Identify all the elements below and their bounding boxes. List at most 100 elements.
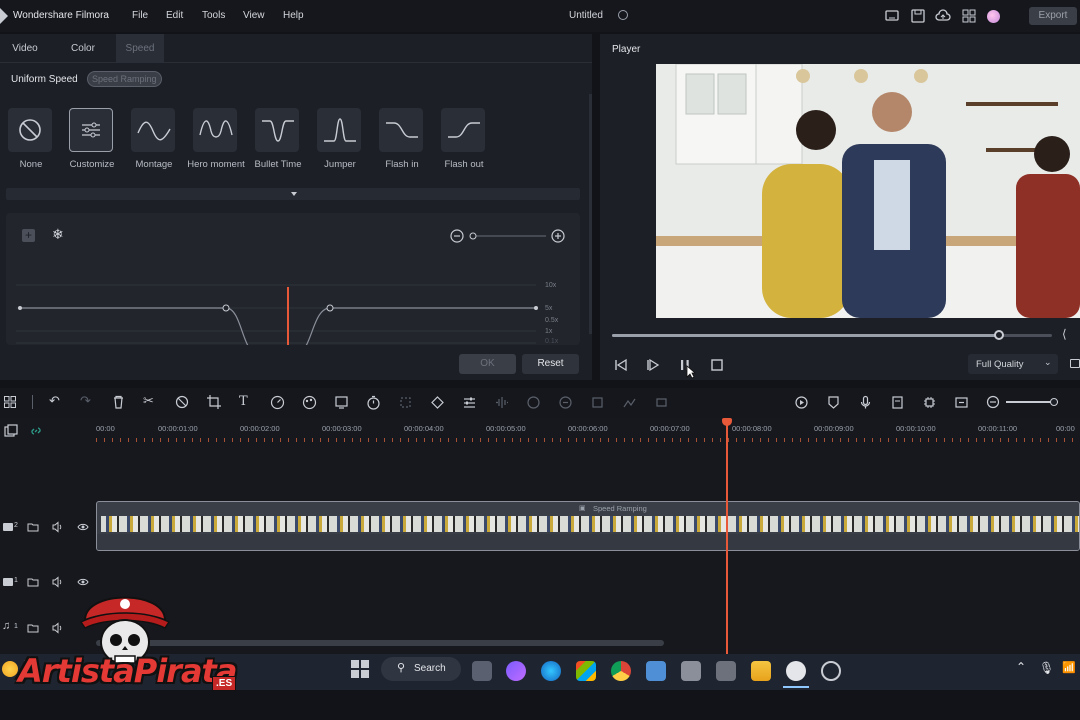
save-icon[interactable] xyxy=(910,8,926,24)
menu-edit[interactable]: Edit xyxy=(166,10,183,21)
freeze-frame-icon[interactable]: ❄ xyxy=(52,226,64,243)
start-menu-icon[interactable] xyxy=(351,660,369,678)
tab-video[interactable]: Video xyxy=(0,34,50,62)
previous-frame-icon[interactable] xyxy=(614,358,628,372)
mail-app-icon[interactable] xyxy=(646,661,666,681)
sync-status-icon[interactable] xyxy=(618,10,628,20)
crop-icon[interactable] xyxy=(207,395,221,409)
menu-file[interactable]: File xyxy=(132,10,148,21)
preset-jumper[interactable]: Jumper xyxy=(317,108,363,171)
filmora-taskbar-icon[interactable] xyxy=(786,661,806,681)
recorder-app-icon[interactable] xyxy=(821,661,841,681)
chat-app-icon[interactable] xyxy=(506,661,526,681)
render-preview-icon[interactable] xyxy=(794,395,809,410)
link-icon[interactable] xyxy=(29,424,43,438)
text-tool-icon[interactable]: T xyxy=(239,394,248,409)
add-track-icon[interactable] xyxy=(4,424,18,438)
speed-curve-editor[interactable]: + ❄ 10x 5x 1x xyxy=(6,213,580,345)
preset-bullet-time[interactable]: Bullet Time xyxy=(255,108,302,171)
voiceover-icon[interactable] xyxy=(890,395,905,410)
duration-timer-icon[interactable] xyxy=(366,395,381,410)
timeline-zoom-handle[interactable] xyxy=(1050,398,1058,406)
chrome-browser-icon[interactable] xyxy=(611,661,631,681)
adjust-sliders-icon[interactable] xyxy=(462,395,477,410)
playback-progress-handle[interactable] xyxy=(994,330,1005,340)
redo-icon[interactable]: ↷ xyxy=(80,393,91,409)
speed-icon[interactable] xyxy=(270,395,285,410)
quality-select[interactable]: Full Quality ⌄ xyxy=(968,354,1058,374)
layout-grid-icon[interactable] xyxy=(4,396,16,408)
scene-detect-icon[interactable] xyxy=(622,395,637,410)
preset-customize[interactable]: Customize xyxy=(69,108,115,171)
speaker-icon[interactable] xyxy=(52,521,64,533)
tab-color[interactable]: Color xyxy=(56,34,110,62)
preset-hero-moment[interactable]: Hero moment xyxy=(187,108,245,171)
microphone-icon[interactable] xyxy=(858,395,873,410)
color-palette-icon[interactable] xyxy=(302,395,317,410)
file-explorer-icon[interactable] xyxy=(751,661,771,681)
fit-timeline-icon[interactable] xyxy=(954,395,969,410)
motion-tracking-icon[interactable] xyxy=(398,395,413,410)
delete-icon[interactable] xyxy=(112,395,125,409)
tab-speed[interactable]: Speed xyxy=(116,34,164,62)
split-scissors-icon[interactable]: ✂ xyxy=(143,393,154,409)
silence-detect-icon[interactable] xyxy=(558,395,573,410)
preset-flash-in[interactable]: Flash in xyxy=(379,108,425,171)
add-keyframe-icon[interactable]: + xyxy=(22,229,35,242)
expand-panel-icon[interactable]: ⟨ xyxy=(1062,327,1067,341)
folder-icon[interactable] xyxy=(27,521,39,533)
speed-curve-graph[interactable] xyxy=(6,279,580,345)
tray-microphone-icon[interactable]: 🎙 xyxy=(1039,661,1054,675)
clip-speed-label: Speed Ramping xyxy=(593,504,647,513)
auto-reframe-icon[interactable] xyxy=(590,395,605,410)
ok-button[interactable]: OK xyxy=(459,354,516,374)
timeline-playhead[interactable] xyxy=(722,418,732,654)
cloud-upload-icon[interactable] xyxy=(935,8,951,24)
timeline-ruler[interactable]: 00:00 00:00:01:00 00:00:02:00 00:00:03:0… xyxy=(96,418,1080,442)
next-frame-icon[interactable] xyxy=(646,358,660,372)
marker-shield-icon[interactable] xyxy=(826,395,841,410)
presets-collapse-bar[interactable] xyxy=(6,188,580,200)
video-preview[interactable] xyxy=(656,64,1080,318)
stop-icon[interactable] xyxy=(710,358,724,372)
apps-grid-icon[interactable] xyxy=(961,8,977,24)
playback-progress-track[interactable] xyxy=(612,334,1052,337)
task-view-icon[interactable] xyxy=(472,661,492,681)
user-avatar[interactable] xyxy=(987,10,1000,23)
display-options-icon[interactable] xyxy=(1070,359,1080,368)
calculator-icon[interactable] xyxy=(716,661,736,681)
video-clip[interactable]: ▣ Speed Ramping xyxy=(96,501,1080,551)
export-button[interactable]: Export xyxy=(1029,7,1077,25)
menu-help[interactable]: Help xyxy=(283,10,304,21)
zoom-out-icon[interactable] xyxy=(986,395,1000,409)
monitor-icon[interactable] xyxy=(884,8,900,24)
eye-icon[interactable] xyxy=(77,521,89,533)
preset-none[interactable]: None xyxy=(8,108,54,171)
keyframe-icon[interactable] xyxy=(430,395,445,410)
audio-wave-icon[interactable] xyxy=(494,395,509,410)
stabilize-icon[interactable] xyxy=(334,395,349,410)
taskbar-search[interactable]: ⚲ Search xyxy=(381,657,461,681)
undo-icon[interactable]: ↶ xyxy=(49,393,60,409)
disable-icon[interactable] xyxy=(175,395,189,409)
graph-zoom-slider[interactable] xyxy=(450,229,572,243)
menu-view[interactable]: View xyxy=(243,10,265,21)
store-app-icon[interactable] xyxy=(576,661,596,681)
speed-ramping-option[interactable]: Speed Ramping xyxy=(87,71,162,87)
ai-tool-icon[interactable] xyxy=(526,395,541,410)
ai-chip-icon[interactable] xyxy=(922,395,937,410)
graph-playhead[interactable] xyxy=(287,287,289,345)
active-app-indicator xyxy=(783,686,809,688)
reset-button[interactable]: Reset xyxy=(522,354,579,374)
notes-app-icon[interactable] xyxy=(681,661,701,681)
edge-browser-icon[interactable] xyxy=(541,661,561,681)
clip-audio-strip xyxy=(97,534,1079,550)
preset-flash-out[interactable]: Flash out xyxy=(441,108,487,171)
tray-wifi-icon[interactable]: 📶 xyxy=(1062,661,1076,674)
menu-tools[interactable]: Tools xyxy=(202,10,225,21)
panel-scrollbar[interactable] xyxy=(589,94,592,334)
uniform-speed-option[interactable]: Uniform Speed xyxy=(11,74,78,85)
preset-montage[interactable]: Montage xyxy=(131,108,177,171)
beat-sync-icon[interactable] xyxy=(654,395,669,410)
tray-chevron-icon[interactable]: ⌃ xyxy=(1016,660,1026,674)
